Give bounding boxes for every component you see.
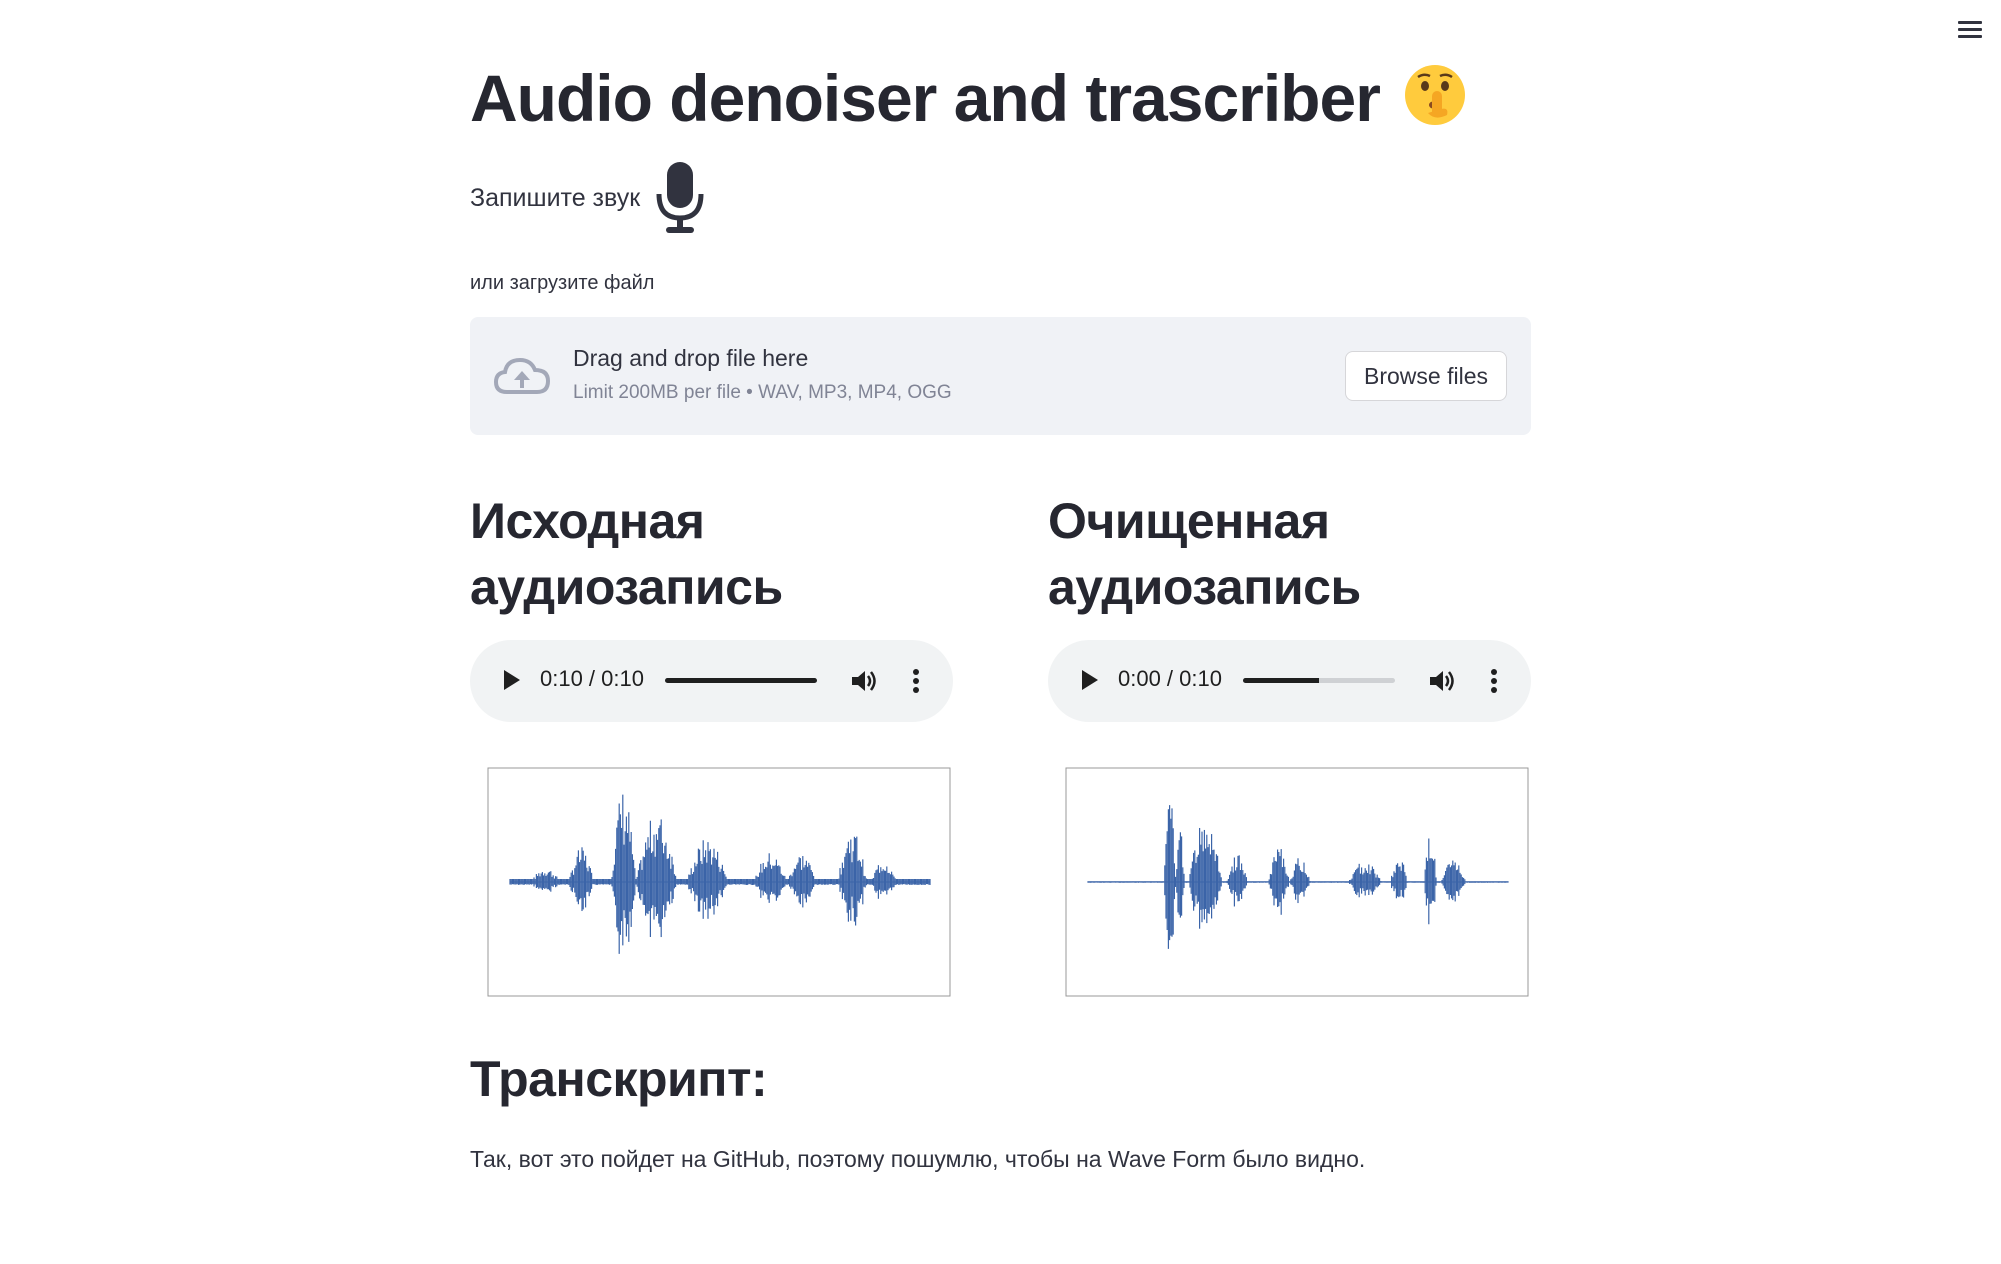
original-audio-player[interactable]: 0:10 / 0:10: [470, 640, 953, 722]
original-audio-column: Исходная аудиозапись 0:10 / 0:10: [470, 488, 953, 997]
progress-fill: [665, 678, 817, 683]
hamburger-icon: [1958, 21, 1982, 24]
progress-fill: [1243, 678, 1319, 683]
more-options-icon[interactable]: [912, 668, 920, 694]
browse-files-button[interactable]: Browse files: [1345, 351, 1507, 401]
original-audio-heading: Исходная аудиозапись: [470, 493, 783, 615]
record-label: Запишите звук: [470, 183, 641, 212]
transcript-text: Так, вот это пойдет на GitHub, поэтому п…: [470, 1146, 1366, 1172]
original-waveform-plot: [487, 767, 951, 997]
shushing-face-emoji-icon: [1405, 65, 1466, 125]
player-time: 0:00 / 0:10: [1118, 666, 1222, 691]
record-audio-row: Запишите звук: [470, 158, 706, 238]
transcript-heading: Транскрипт:: [470, 1051, 768, 1107]
page-title: Audio denoiser and trascriber: [470, 58, 1467, 138]
cleaned-audio-heading: Очищенная аудиозапись: [1048, 493, 1361, 615]
cleaned-audio-column: Очищенная аудиозапись 0:00 / 0:10: [1048, 488, 1531, 997]
more-options-icon[interactable]: [1490, 668, 1498, 694]
player-time: 0:10 / 0:10: [540, 666, 644, 691]
dropzone-limits: Limit 200MB per file • WAV, MP3, MP4, OG…: [573, 382, 952, 403]
file-dropzone[interactable]: Drag and drop file here Limit 200MB per …: [470, 317, 1531, 435]
player-progress-slider[interactable]: [1243, 678, 1395, 683]
cleaned-audio-player[interactable]: 0:00 / 0:10: [1048, 640, 1531, 722]
play-icon[interactable]: [504, 670, 520, 690]
player-progress-slider[interactable]: [665, 678, 817, 683]
main-menu-button[interactable]: [1956, 18, 1984, 44]
cleaned-waveform-plot: [1065, 767, 1529, 997]
volume-icon[interactable]: [850, 668, 878, 694]
play-icon[interactable]: [1082, 670, 1098, 690]
volume-icon[interactable]: [1428, 668, 1456, 694]
dropzone-title: Drag and drop file here: [573, 345, 809, 371]
cloud-upload-icon: [493, 357, 551, 394]
microphone-icon[interactable]: [654, 160, 706, 236]
upload-caption: или загрузите файл: [470, 272, 655, 294]
